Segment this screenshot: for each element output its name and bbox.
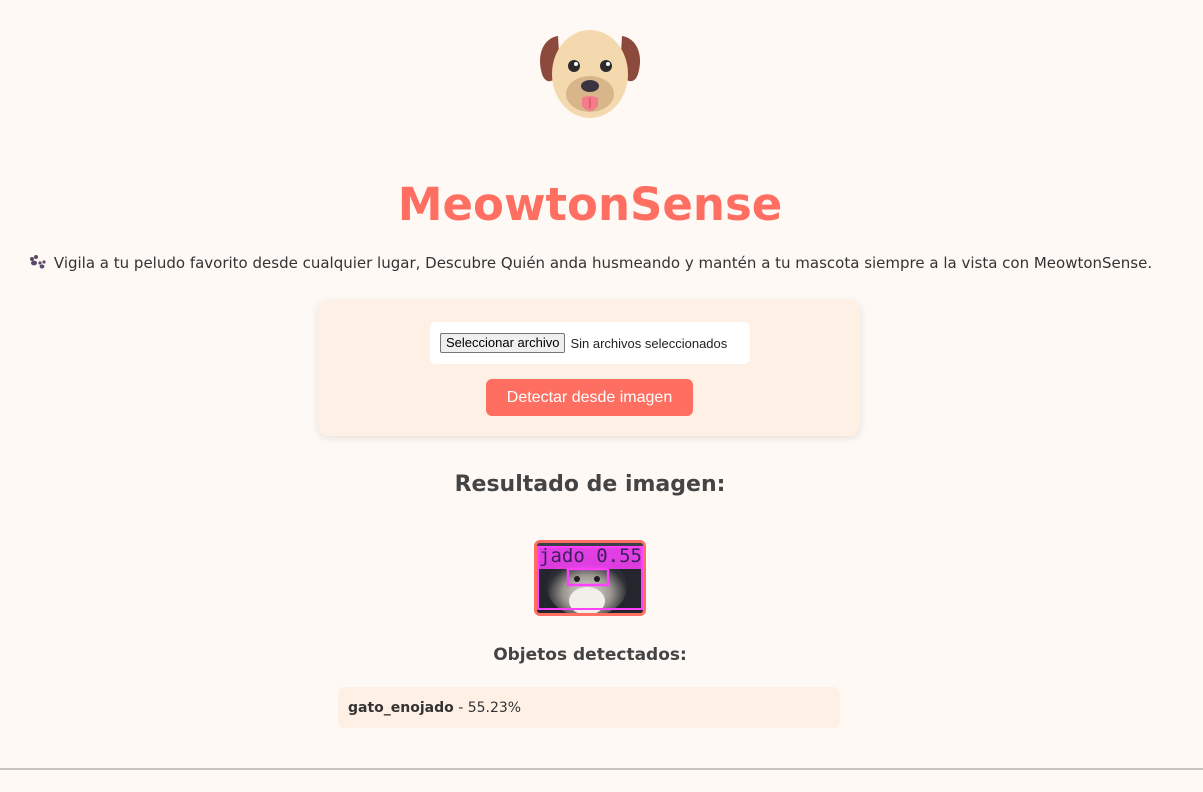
detect-from-image-button[interactable]: Detectar desde imagen [486,379,693,416]
result-image[interactable]: jado 0.55 [534,540,646,616]
upload-card: Seleccionar archivo Sin archivos selecci… [318,300,860,436]
select-file-button[interactable]: Seleccionar archivo [440,333,566,353]
paw-prints-icon [28,254,48,270]
detection-confidence: 55.23% [467,699,522,716]
file-status-text: Sin archivos seleccionados [570,335,728,351]
objects-detected-heading: Objetos detectados: [493,645,687,665]
app-title: MeowtonSense [397,178,783,231]
file-input[interactable]: Seleccionar archivo Sin archivos selecci… [430,322,750,364]
result-heading: Resultado de imagen: [454,472,726,497]
detection-label: gato_enojado [348,699,454,716]
bottom-divider [0,768,1203,770]
detection-separator: - [453,699,468,716]
page: MeowtonSense Vigila a tu peludo favorito… [0,0,1203,792]
detection-overlay-label: jado 0.55 [539,545,642,567]
detection-list-item: gato_enojado - 55.23% [338,687,840,728]
tagline: Vigila a tu peludo favorito desde cualqu… [0,252,1180,274]
tagline-text: Vigila a tu peludo favorito desde cualqu… [53,254,1153,272]
puppy-face-icon [536,24,644,124]
